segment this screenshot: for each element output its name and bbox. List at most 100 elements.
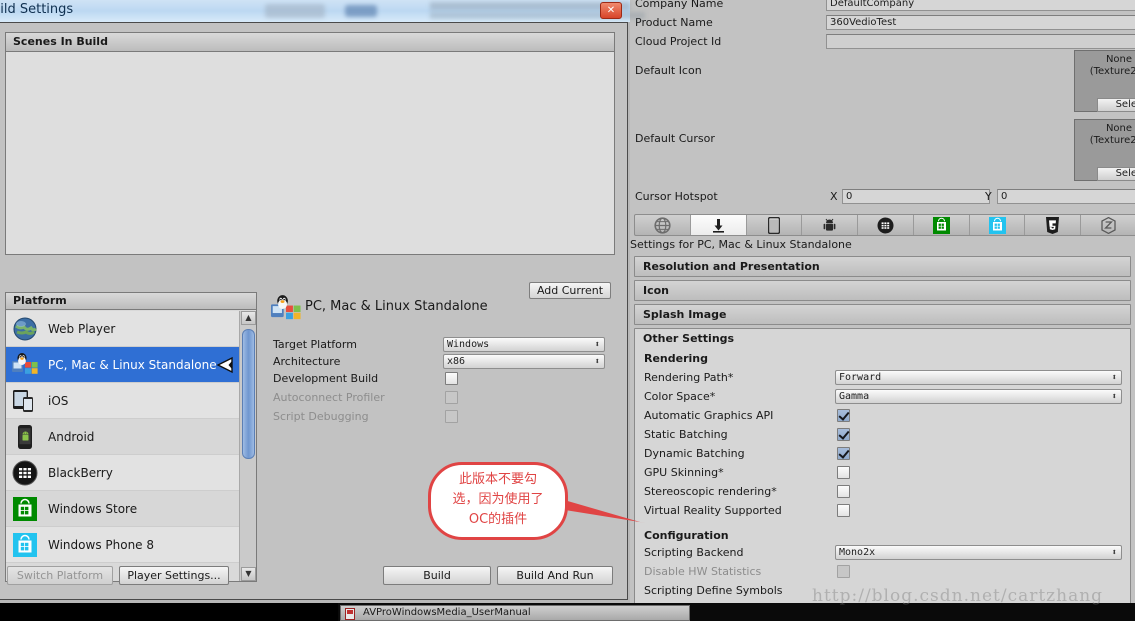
ios-tab[interactable] [747, 215, 803, 235]
static-batching-checkbox[interactable] [837, 428, 850, 441]
virtual-reality-supported-checkbox[interactable] [837, 504, 850, 517]
html5-tab[interactable] [1025, 215, 1082, 235]
other-settings-title[interactable]: Other Settings [643, 329, 1130, 349]
automatic-graphics-api-checkbox[interactable] [837, 409, 850, 422]
script-debugging-row: Script Debugging [269, 408, 619, 427]
section-other-settings: Other Settings Rendering Rendering Path*… [634, 328, 1131, 607]
platform-item-standalone[interactable]: PC, Mac & Linux Standalone [6, 347, 239, 383]
default-cursor-select-button[interactable]: Select [1097, 167, 1135, 181]
platform-list[interactable]: Web Player PC, Mac & Linux Standalone iO… [6, 311, 239, 581]
script-debugging-checkbox [445, 410, 458, 423]
html5-icon [1046, 216, 1060, 234]
platform-item-windows-store[interactable]: Windows Store [6, 491, 239, 527]
section-resolution-and-presentation[interactable]: Resolution and Presentation [634, 256, 1131, 277]
taskbar-left-region [0, 603, 338, 621]
color-space-popup[interactable]: Gamma ⬍ [835, 389, 1122, 404]
standalone-icon [271, 294, 301, 327]
platform-item-web-player[interactable]: Web Player [6, 311, 239, 347]
build-button[interactable]: Build [383, 566, 491, 585]
company-name-row: Company Name DefaultCompany [630, 0, 1135, 13]
default-icon-select-button[interactable]: Select [1097, 98, 1135, 112]
annotation-line-1: 此版本不要勾 [458, 472, 537, 487]
target-settings-panel: PC, Mac & Linux Standalone Target Platfo… [269, 292, 619, 427]
platform-item-label: PC, Mac & Linux Standalone [48, 357, 217, 372]
stereoscopic-rendering-checkbox[interactable] [837, 485, 850, 498]
cloud-project-id-label: Cloud Project Id [635, 35, 722, 48]
stereoscopic-rendering-label: Stereoscopic rendering* [644, 485, 777, 498]
platform-item-blackberry[interactable]: BlackBerry [6, 455, 239, 491]
windows-store-icon [12, 496, 38, 522]
architecture-value: x86 [447, 356, 466, 367]
popup-arrows-icon: ⬍ [594, 357, 600, 367]
platform-item-label: Windows Store [48, 501, 138, 516]
default-cursor-objectfield[interactable]: None (Texture2D) Select [1074, 119, 1135, 181]
standalone-tab[interactable] [690, 215, 747, 235]
development-build-label: Development Build [273, 372, 379, 385]
close-button[interactable]: ✕ [600, 2, 622, 19]
default-icon-objectfield[interactable]: None (Texture2D) Select [1074, 50, 1135, 112]
platform-list-scrollbar[interactable]: ▲ ▼ [239, 311, 256, 581]
target-platform-popup[interactable]: Windows ⬍ [443, 337, 605, 352]
section-splash-image[interactable]: Splash Image [634, 304, 1131, 325]
configuration-group-label: Configuration [644, 529, 729, 542]
platform-item-label: BlackBerry [48, 465, 113, 480]
build-and-run-button[interactable]: Build And Run [497, 566, 613, 585]
scroll-up-arrow-icon[interactable]: ▲ [241, 311, 256, 325]
platform-item-windows-phone-8[interactable]: Windows Phone 8 [6, 527, 239, 563]
autoconnect-profiler-checkbox [445, 391, 458, 404]
switch-platform-button[interactable]: Switch Platform [7, 566, 113, 585]
default-cursor-label: Default Cursor [635, 132, 715, 145]
product-name-field[interactable]: 360VedioTest [826, 15, 1135, 30]
windows-phone-icon [988, 216, 1006, 234]
platform-item-ios[interactable]: iOS [6, 383, 239, 419]
platform-tab-strip[interactable] [634, 214, 1135, 236]
stereoscopic-rendering-row: Stereoscopic rendering* [643, 482, 1130, 501]
taskbar-item-label: AVProWindowsMedia_UserManual [363, 607, 531, 618]
rendering-path-popup[interactable]: Forward ⬍ [835, 370, 1122, 385]
script-debugging-label: Script Debugging [273, 410, 369, 423]
cursor-hotspot-y-field[interactable]: 0 [997, 189, 1135, 204]
windows-store-icon [932, 216, 950, 234]
blackberry-tab[interactable] [858, 215, 914, 235]
scripting-backend-value: Mono2x [839, 547, 876, 558]
platform-header: Platform [6, 293, 256, 310]
scripting-backend-popup[interactable]: Mono2x ⬍ [835, 545, 1122, 560]
platform-item-android[interactable]: Android [6, 419, 239, 455]
platform-list-box: Platform Web Player PC, Mac & Linux Stan… [5, 292, 257, 582]
company-name-field[interactable]: DefaultCompany [826, 0, 1135, 11]
windows-phone-tab[interactable] [970, 215, 1026, 235]
standalone-icon [12, 352, 38, 378]
platform-item-label: Windows Phone 8 [48, 537, 155, 552]
cursor-hotspot-x-label: X [830, 190, 838, 203]
background-window-titlebar: uild Settings ✕ [0, 0, 645, 22]
web-player-icon [12, 316, 38, 342]
gpu-skinning-checkbox[interactable] [837, 466, 850, 479]
tizen-tab[interactable] [1081, 215, 1135, 235]
dynamic-batching-checkbox[interactable] [837, 447, 850, 460]
scenes-in-build-list[interactable]: Scenes In Build [5, 32, 615, 255]
cloud-project-id-field[interactable] [826, 34, 1135, 49]
rendering-path-label: Rendering Path* [644, 371, 734, 384]
scrollbar-thumb[interactable] [242, 329, 255, 459]
windows-store-tab[interactable] [914, 215, 970, 235]
web-player-tab[interactable] [635, 215, 691, 235]
dialog-footer: Switch Platform Player Settings... Build… [1, 566, 626, 588]
player-settings-button[interactable]: Player Settings... [119, 566, 229, 585]
development-build-checkbox[interactable] [445, 372, 458, 385]
section-icon[interactable]: Icon [634, 280, 1131, 301]
disable-hw-statistics-label: Disable HW Statistics [644, 565, 762, 578]
pdf-file-icon [345, 608, 355, 620]
taskbar-item-avpro-manual[interactable]: AVProWindowsMedia_UserManual [340, 605, 690, 621]
android-tab[interactable] [802, 215, 859, 235]
popup-arrows-icon: ⬍ [1111, 548, 1117, 558]
scenes-in-build-header: Scenes In Build [6, 33, 614, 52]
popup-arrows-icon: ⬍ [594, 340, 600, 350]
cursor-hotspot-x-field[interactable]: 0 [842, 189, 990, 204]
rendering-group-label: Rendering [644, 352, 708, 365]
color-space-label: Color Space* [644, 390, 716, 403]
architecture-popup[interactable]: x86 ⬍ [443, 354, 605, 369]
cursor-hotspot-y-label: Y [985, 190, 992, 203]
watermark-text: http://blog.csdn.net/cartzhang [812, 586, 1104, 606]
download-icon [712, 218, 724, 233]
autoconnect-profiler-row: Autoconnect Profiler [269, 389, 619, 408]
